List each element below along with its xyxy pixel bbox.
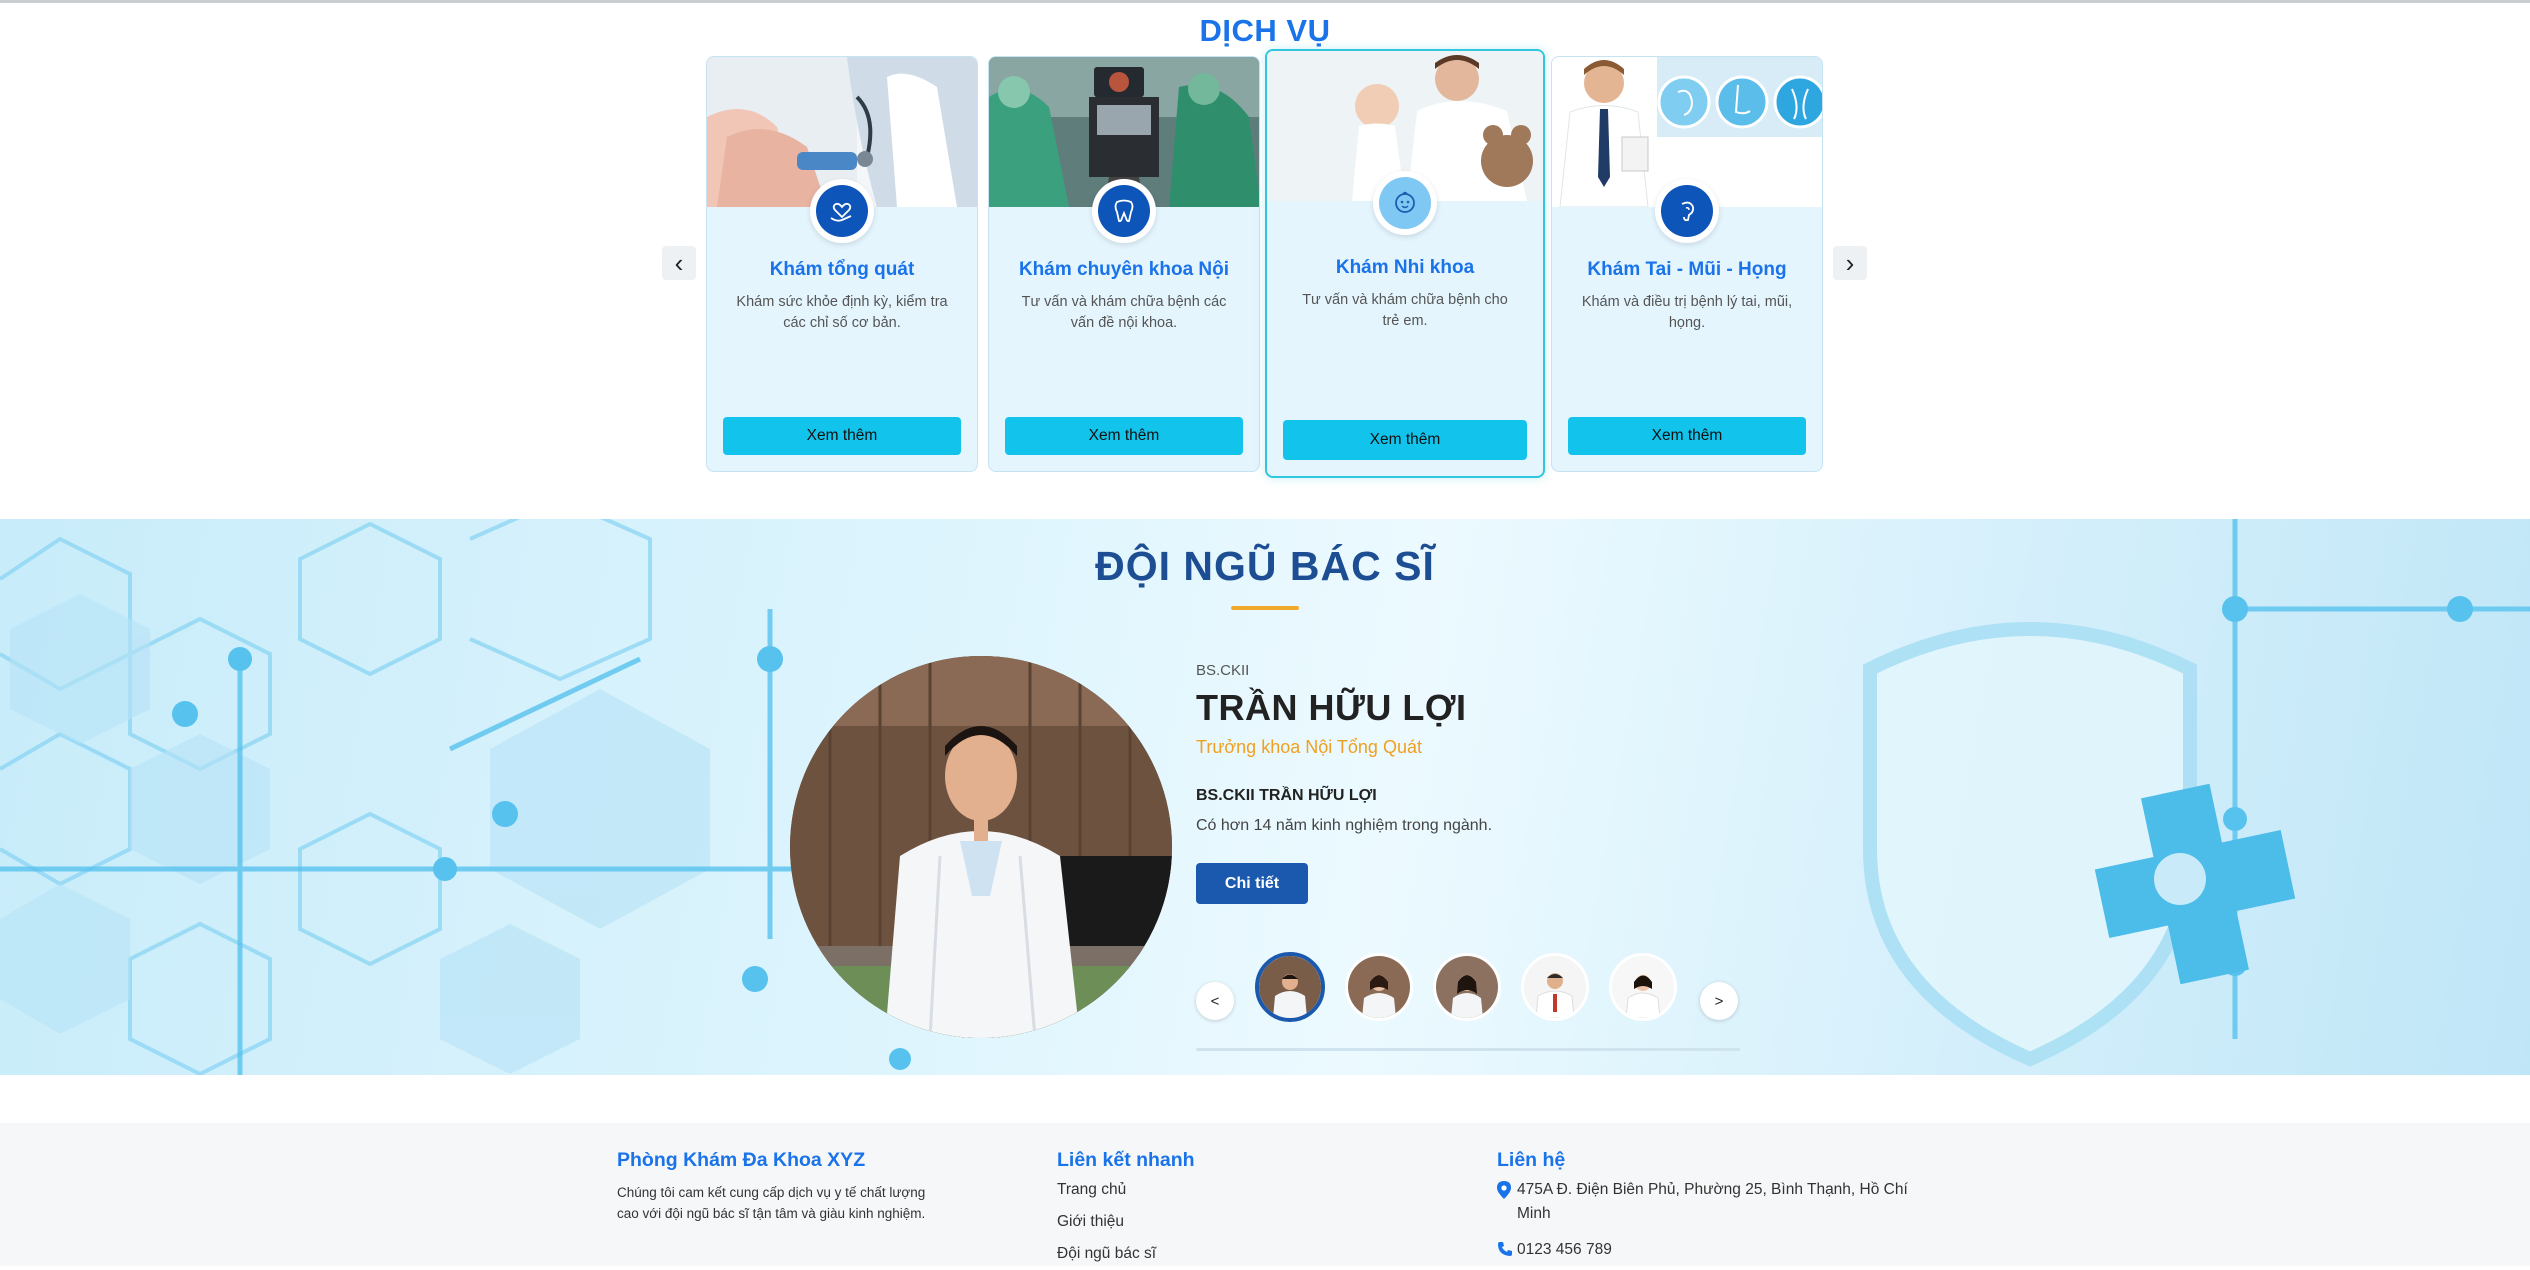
- doctor-subtitle: BS.CKII TRẦN HỮU LỢI: [1196, 787, 1377, 804]
- doctors-title: ĐỘI NGŨ BÁC SĨ: [1095, 543, 1435, 589]
- service-name: Khám chuyên khoa Nội: [1018, 259, 1230, 280]
- service-description: Khám sức khỏe định kỳ, kiểm tra các chỉ …: [736, 294, 948, 331]
- service-description: Tư vấn và khám chữa bệnh các vấn đề nội …: [1021, 294, 1227, 331]
- footer: Phòng Khám Đa Khoa XYZ Chúng tôi cam kết…: [0, 1123, 2530, 1266]
- footer-address: 475A Đ. Điện Biên Phủ, Phường 25, Bình T…: [1497, 1178, 1917, 1226]
- footer-about-title: Phòng Khám Đa Khoa XYZ: [617, 1149, 866, 1171]
- phone-icon: [1497, 1238, 1517, 1265]
- service-card-ent[interactable]: Khám Tai - Mũi - Họng Khám và điều trị b…: [1551, 56, 1823, 472]
- doctor-next-button[interactable]: >: [1700, 982, 1738, 1020]
- services-next-button[interactable]: ›: [1833, 246, 1867, 280]
- services-prev-button[interactable]: ‹: [662, 246, 696, 280]
- doctor-photo: [790, 656, 1172, 1038]
- footer-link-about[interactable]: Giới thiệu: [1057, 1206, 1357, 1238]
- location-pin-icon: [1497, 1178, 1517, 1226]
- service-more-button[interactable]: Xem thêm: [1568, 417, 1806, 455]
- carousel-track: [1196, 1048, 1740, 1051]
- doctor-thumb[interactable]: [1345, 953, 1413, 1021]
- footer-links-title: Liên kết nhanh: [1057, 1149, 1195, 1171]
- footer-about: Phòng Khám Đa Khoa XYZ Chúng tôi cam kết…: [617, 1149, 937, 1224]
- footer-phone: 0123 456 789: [1497, 1238, 1917, 1265]
- footer-links: Liên kết nhanh Trang chủ Giới thiệu Đội …: [1057, 1149, 1357, 1270]
- doctors-section: ĐỘI NGŨ BÁC SĨ BS.CKII TRẦN HỮU LỢI Trưở…: [0, 519, 2530, 1075]
- doctor-thumb[interactable]: [1433, 953, 1501, 1021]
- doctor-experience: Có hơn 14 năm kinh nghiệm trong ngành.: [1196, 817, 1493, 834]
- ent-icon: [1661, 185, 1713, 237]
- services-section: DỊCH VỤ ‹ › Khám tổng quát Khám sức khỏe…: [0, 3, 2530, 519]
- footer-contact: Liên hệ 475A Đ. Điện Biên Phủ, Phường 25…: [1497, 1149, 1917, 1265]
- service-more-button[interactable]: Xem thêm: [1005, 417, 1243, 455]
- service-name: Khám tổng quát: [769, 259, 915, 280]
- service-icon-wrap: [1655, 179, 1719, 243]
- footer-contact-title: Liên hệ: [1497, 1149, 1566, 1171]
- footer-link-home[interactable]: Trang chủ: [1057, 1174, 1357, 1206]
- heart-hand-icon: [816, 185, 868, 237]
- service-more-button[interactable]: Xem thêm: [1283, 420, 1527, 460]
- doctor-thumb[interactable]: [1521, 953, 1589, 1021]
- service-card-pediatrics[interactable]: Khám Nhi khoa Tư vấn và khám chữa bệnh c…: [1265, 49, 1545, 478]
- service-name: Khám Tai - Mũi - Họng: [1587, 259, 1787, 280]
- footer-phone-text[interactable]: 0123 456 789: [1517, 1238, 1612, 1265]
- doctor-thumb[interactable]: [1255, 952, 1325, 1022]
- service-card-general[interactable]: Khám tổng quát Khám sức khỏe định kỳ, ki…: [706, 56, 978, 472]
- service-more-button[interactable]: Xem thêm: [723, 417, 961, 455]
- service-card-internal[interactable]: Khám chuyên khoa Nội Tư vấn và khám chữa…: [988, 56, 1260, 472]
- doctor-degree: BS.CKII: [1196, 662, 1250, 679]
- service-icon-wrap: [1092, 179, 1156, 243]
- footer-about-text: Chúng tôi cam kết cung cấp dịch vụ y tế …: [617, 1185, 926, 1221]
- doctor-detail-button[interactable]: Chi tiết: [1196, 863, 1308, 904]
- doctor-thumb[interactable]: [1609, 953, 1677, 1021]
- footer-link-doctors[interactable]: Đội ngũ bác sĩ: [1057, 1238, 1357, 1270]
- doctor-prev-button[interactable]: <: [1196, 982, 1234, 1020]
- doctor-name: TRẦN HỮU LỢI: [1196, 687, 1467, 728]
- doctor-role: Trưởng khoa Nội Tổng Quát: [1196, 737, 1422, 757]
- service-description: Khám và điều trị bệnh lý tai, mũi, họng.: [1581, 294, 1793, 331]
- footer-address-text: 475A Đ. Điện Biên Phủ, Phường 25, Bình T…: [1517, 1181, 1908, 1222]
- baby-icon: [1379, 177, 1431, 229]
- service-icon-wrap: [1373, 171, 1437, 235]
- service-description: Tư vấn và khám chữa bệnh cho trẻ em.: [1302, 292, 1508, 329]
- services-title: DỊCH VỤ: [1199, 13, 1331, 48]
- tooth-icon: [1098, 185, 1150, 237]
- title-underline: [1231, 606, 1299, 610]
- service-icon-wrap: [810, 179, 874, 243]
- service-name: Khám Nhi khoa: [1335, 257, 1475, 278]
